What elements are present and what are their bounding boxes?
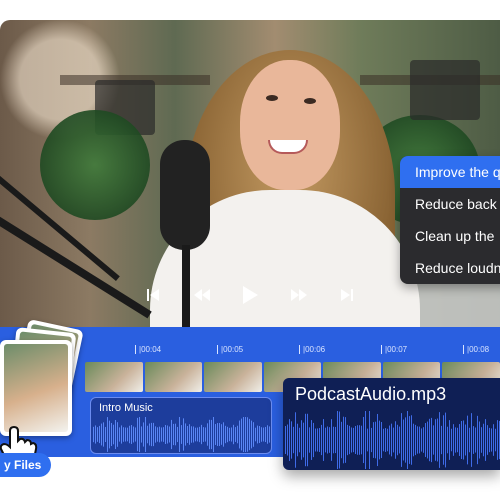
intro-music-clip[interactable]: Intro Music xyxy=(90,397,272,454)
skip-forward-icon[interactable] xyxy=(334,282,360,308)
microphone xyxy=(160,140,210,250)
ruler-tick-label: |00:04 xyxy=(139,345,162,354)
ruler-tick-mark xyxy=(135,345,136,354)
rewind-icon[interactable] xyxy=(189,282,215,308)
menu-item-reduce-background[interactable]: Reduce back xyxy=(400,188,500,220)
ruler-tick-label: |00:06 xyxy=(303,345,326,354)
ruler-tick-mark xyxy=(381,345,382,354)
intro-music-label: Intro Music xyxy=(99,402,153,414)
playback-controls xyxy=(140,280,360,310)
fast-forward-icon[interactable] xyxy=(286,282,312,308)
ruler-tick-mark xyxy=(217,345,218,354)
podcast-audio-label: PodcastAudio.mp3 xyxy=(295,384,447,404)
skip-back-icon[interactable] xyxy=(140,282,166,308)
ai-audio-menu: Improve the q Reduce back Clean up the R… xyxy=(400,156,500,284)
plant-pot xyxy=(410,60,480,120)
host-face xyxy=(240,60,340,190)
host-eye xyxy=(304,98,316,104)
podcast-audio-clip[interactable]: PodcastAudio.mp3 xyxy=(283,378,500,470)
media-card xyxy=(0,340,72,436)
play-icon[interactable] xyxy=(237,282,263,308)
video-thumbnail xyxy=(144,362,203,392)
ruler-tick-label: |00:05 xyxy=(221,345,244,354)
menu-item-improve-quality[interactable]: Improve the q xyxy=(400,156,500,188)
video-thumbnail xyxy=(204,362,262,392)
ruler-tick-label: |00:08 xyxy=(467,345,490,354)
menu-item-reduce-loudness[interactable]: Reduce loudn xyxy=(400,252,500,284)
ruler-tick-mark xyxy=(299,345,300,354)
ruler-tick-label: |00:07 xyxy=(385,345,408,354)
video-thumbnail xyxy=(85,362,143,392)
host-eye xyxy=(266,95,278,101)
ruler-tick-mark xyxy=(463,345,464,354)
plant xyxy=(40,110,150,220)
my-files-button[interactable]: y Files xyxy=(0,453,52,477)
menu-item-clean-up[interactable]: Clean up the xyxy=(400,220,500,252)
timeline-ruler: |00:04 |00:05 |00:06 |00:07 |00:08 xyxy=(80,345,500,361)
